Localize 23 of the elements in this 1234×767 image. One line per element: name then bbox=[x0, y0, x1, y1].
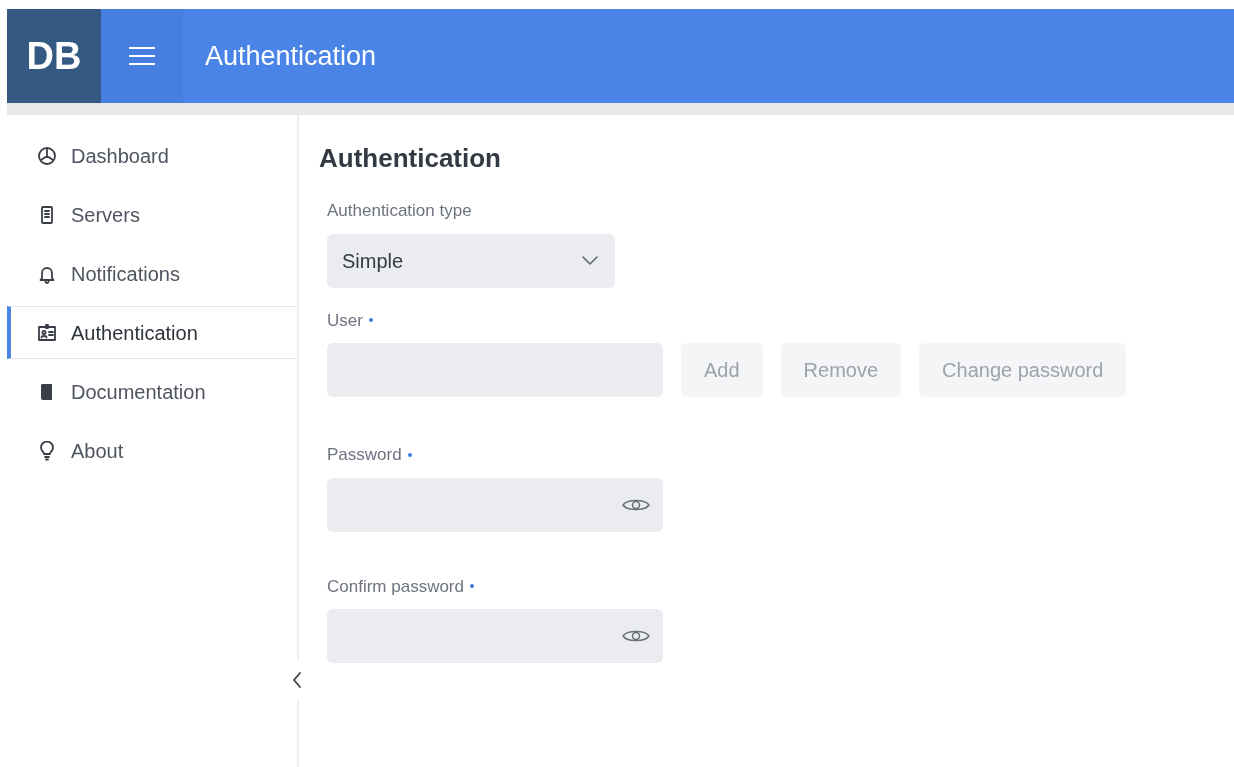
sidebar-item[interactable]: Authentication bbox=[7, 306, 297, 359]
sidebar-item[interactable]: Servers bbox=[7, 188, 297, 241]
id-card-icon bbox=[37, 322, 57, 343]
field-label: Password bbox=[327, 444, 402, 466]
menu-icon bbox=[128, 46, 156, 66]
lightbulb-icon bbox=[37, 440, 57, 461]
chevron-down-icon bbox=[580, 254, 600, 267]
sidebar-item[interactable]: Documentation bbox=[7, 365, 297, 418]
sidebar-item[interactable]: Dashboard bbox=[7, 129, 297, 182]
field-label: Authentication type bbox=[327, 200, 472, 222]
menu-button[interactable] bbox=[101, 9, 183, 103]
auth-type-select[interactable]: Simple bbox=[327, 233, 615, 288]
sidebar-item[interactable]: About bbox=[7, 424, 297, 477]
field-label: Confirm password bbox=[327, 575, 464, 598]
chevron-left-icon bbox=[292, 671, 302, 689]
sidebar-item[interactable]: Notifications bbox=[7, 247, 297, 300]
page-title: Authentication bbox=[205, 39, 377, 73]
page-heading: Authentication bbox=[319, 142, 502, 175]
field-label: User bbox=[327, 309, 363, 332]
password-input[interactable] bbox=[327, 609, 663, 663]
gauge-icon bbox=[37, 145, 57, 166]
password-input[interactable] bbox=[327, 477, 663, 532]
logo: DB bbox=[7, 9, 101, 103]
